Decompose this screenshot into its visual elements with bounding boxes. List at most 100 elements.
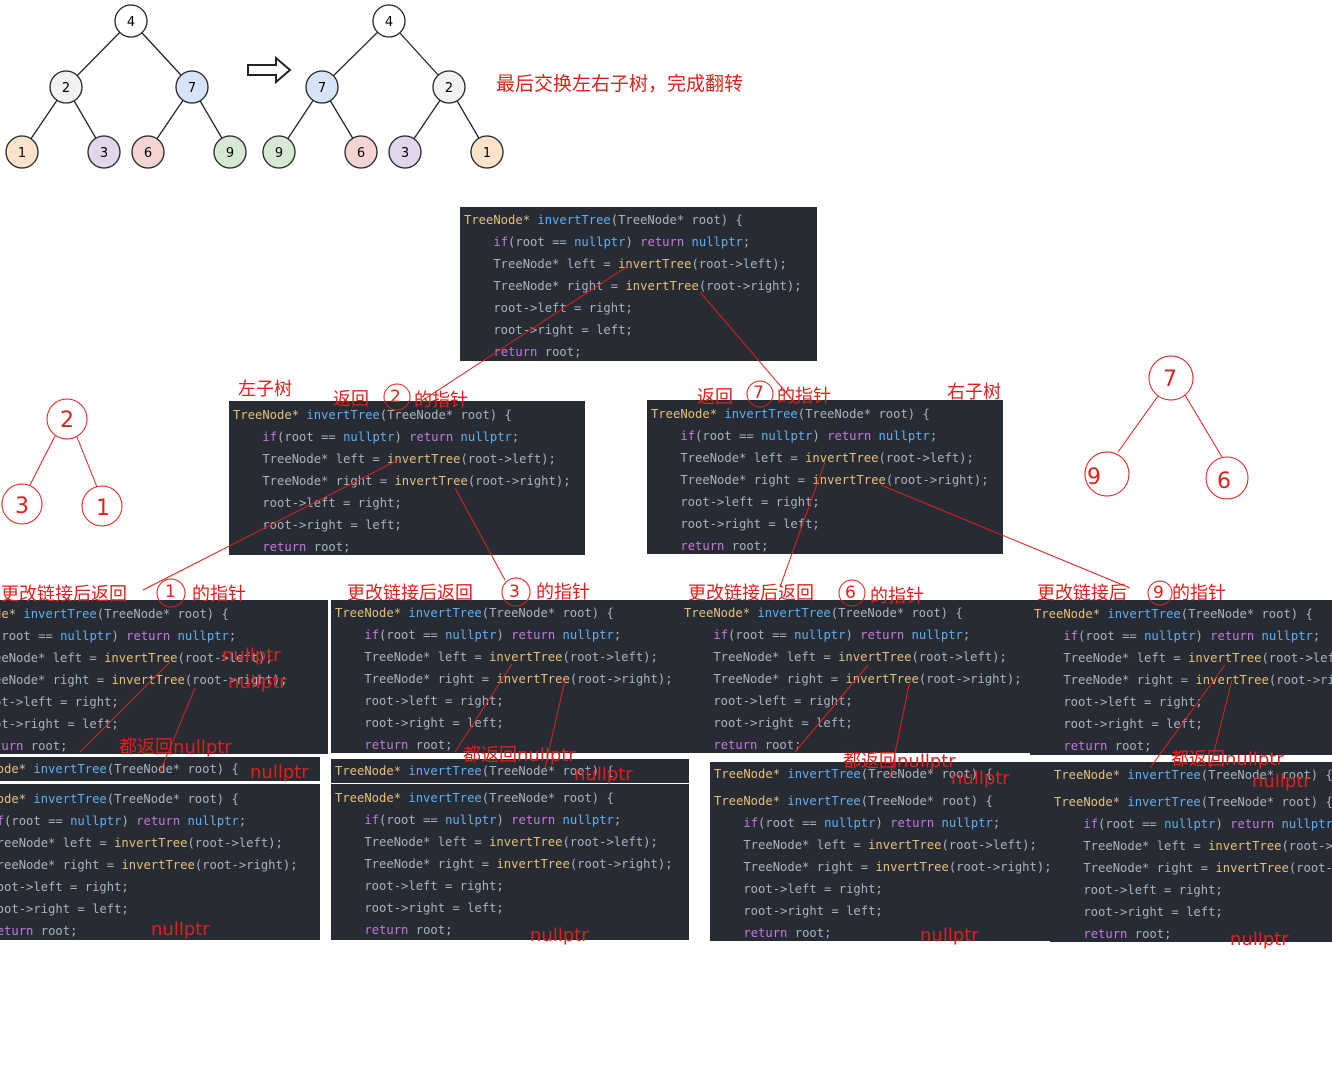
code-line: root->left = right; [0,694,119,710]
code-token: return [827,429,872,443]
code-token: root; [306,540,351,554]
code-token: ; [962,628,971,642]
code-token: nullptr [562,813,614,827]
code-line: root->left = right; [714,881,883,897]
code-token: nullptr [70,814,122,828]
code-line: root->right = left; [335,715,503,731]
code-token: invertTree [1195,673,1269,687]
code-token: if [743,816,759,830]
code-line: root->right = left; [233,517,401,533]
code-token: TreeNode* [714,794,788,808]
code-token: (TreeNode* root) { [1200,795,1332,809]
code-token: (root == [758,816,825,830]
code-token: (root == [277,430,344,444]
code-token: root; [23,739,68,753]
code-line: TreeNode* left = invertTree(root->left); [684,649,1007,665]
code-token: TreeNode* right = [335,672,497,686]
code-token: TreeNode* [0,792,27,806]
code-token: (root->left); [1261,651,1332,665]
code-token: return [409,430,454,444]
code-token: ) [111,629,127,643]
code-token: TreeNode* left = [1054,839,1209,853]
code-token: ) [1195,629,1211,643]
all-return-nullptr: 都返回nullptr [1171,749,1284,770]
nullptr-label: nullptr [951,768,1010,789]
code-token: ; [929,429,938,443]
code-token: ; [1312,629,1321,643]
code-token: root->left = right; [714,882,883,896]
node-4: 4 [372,4,406,38]
code-block: TreeNode* invertTree(TreeNode* root) { i… [0,784,320,940]
code-line: return root; [233,539,350,555]
code-token: invertTree [1208,839,1282,853]
svg-text:2: 2 [445,81,453,96]
code-line: root->left = right; [1034,694,1202,710]
code-token: (root->right); [885,473,989,487]
final-note: 最后交换左右子树，完成翻转 [496,73,744,95]
code-token: if [1063,629,1079,643]
code-token: TreeNode* [335,791,409,805]
code-token: root->left = right; [1054,883,1223,897]
code-token: TreeNode* [0,762,27,776]
code-token: invertTree [33,762,107,776]
tree-after: 4 7 2 9 6 3 1 [262,4,504,169]
code-block: TreeNode* invertTree(TreeNode* root) { i… [647,400,1003,554]
node-1: 1 [5,135,39,169]
code-token: invertTree [757,606,831,620]
code-token: (TreeNode* root) { [1180,607,1313,621]
code-token: (root->left); [878,451,974,465]
code-line: TreeNode* invertTree(TreeNode* root) { [651,406,930,422]
code-token: invertTree [805,451,879,465]
code-token: (root == [695,429,762,443]
svg-text:7: 7 [188,81,196,96]
nullptr-label: nullptr [151,919,210,940]
code-token: ; [613,628,622,642]
changed-return-label: 更改链接后返回 [347,583,473,604]
code-token: return [1063,739,1108,753]
code-token: return [0,924,34,938]
return-num: 7 [753,383,764,403]
code-token: ; [992,816,1001,830]
code-token: nullptr [187,814,239,828]
svg-text:3: 3 [100,146,108,161]
right-arrow-icon [247,55,292,85]
nullptr-label: nullptr [250,762,309,783]
code-line: TreeNode* invertTree(TreeNode* root) { [714,793,993,809]
code-token: root->left = right; [335,879,504,893]
code-token: root->right = left; [0,902,129,916]
code-line: return root; [0,738,67,754]
code-line: root->left = right; [335,878,504,894]
code-block: TreeNode* invertTree(TreeNode* root) { i… [331,784,689,940]
code-token: (root->left); [911,650,1007,664]
code-token: root; [1107,739,1152,753]
node-9: 9 [213,135,247,169]
all-return-nullptr: 都返回nullptr [119,737,232,758]
code-line: root->left = right; [335,693,503,709]
code-line: TreeNode* right = invertTree(root->right… [464,278,801,294]
code-line: TreeNode* invertTree(TreeNode* root) { [0,791,239,807]
code-token: root->right = left; [651,517,820,531]
svg-text:3: 3 [401,146,409,161]
code-token: invertTree [845,672,919,686]
code-token: (root == [4,814,71,828]
code-token: (TreeNode* root) { [481,606,614,620]
code-line: if(root == nullptr) return nullptr; [0,813,246,829]
code-token: TreeNode* [0,607,17,621]
ptr-label: 的指针 [192,584,246,605]
code-token: (root->right); [569,672,673,686]
code-token: TreeNode* right = [0,673,105,687]
changed-return-label: 更改链接后返回 [688,583,814,604]
code-token: root->right = left; [684,716,853,730]
code-token: TreeNode* right = [1034,673,1196,687]
code-token: root->left = right; [651,495,820,509]
svg-text:6: 6 [144,146,152,161]
code-token: invertTree [537,213,611,227]
return-num: 6 [845,583,856,603]
tree-before: 4 2 7 1 3 6 9 [5,4,247,169]
code-token: nullptr [878,429,930,443]
ptr-label: 的指针 [1172,583,1226,604]
code-token: TreeNode* right = [714,860,876,874]
